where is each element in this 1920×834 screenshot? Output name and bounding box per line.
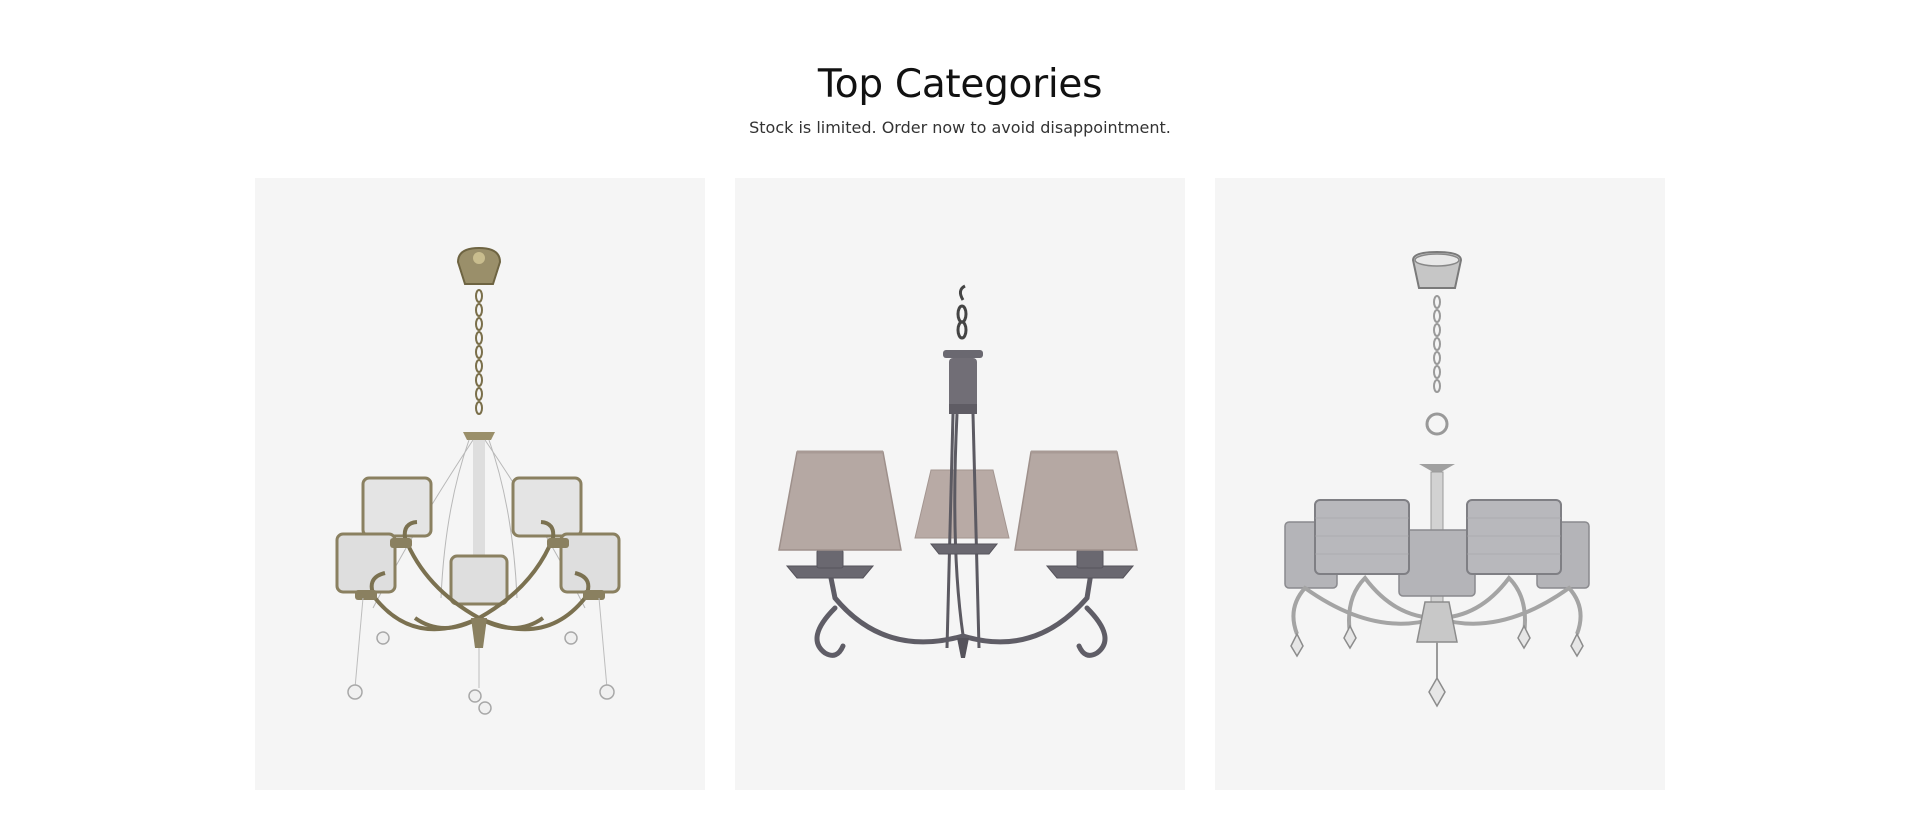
category-card-2[interactable] [735, 178, 1185, 790]
category-card-3[interactable] [1215, 178, 1665, 790]
section-title: Top Categories [817, 62, 1103, 107]
chrome-chandelier-image [1284, 250, 1590, 708]
top-categories-section: Top Categories Stock is limited. Order n… [0, 0, 1920, 834]
brass-chandelier-image [335, 246, 621, 715]
grey-chandelier-image [778, 284, 1138, 658]
category-card-1[interactable] [255, 178, 705, 790]
section-subtitle: Stock is limited. Order now to avoid dis… [749, 118, 1171, 137]
